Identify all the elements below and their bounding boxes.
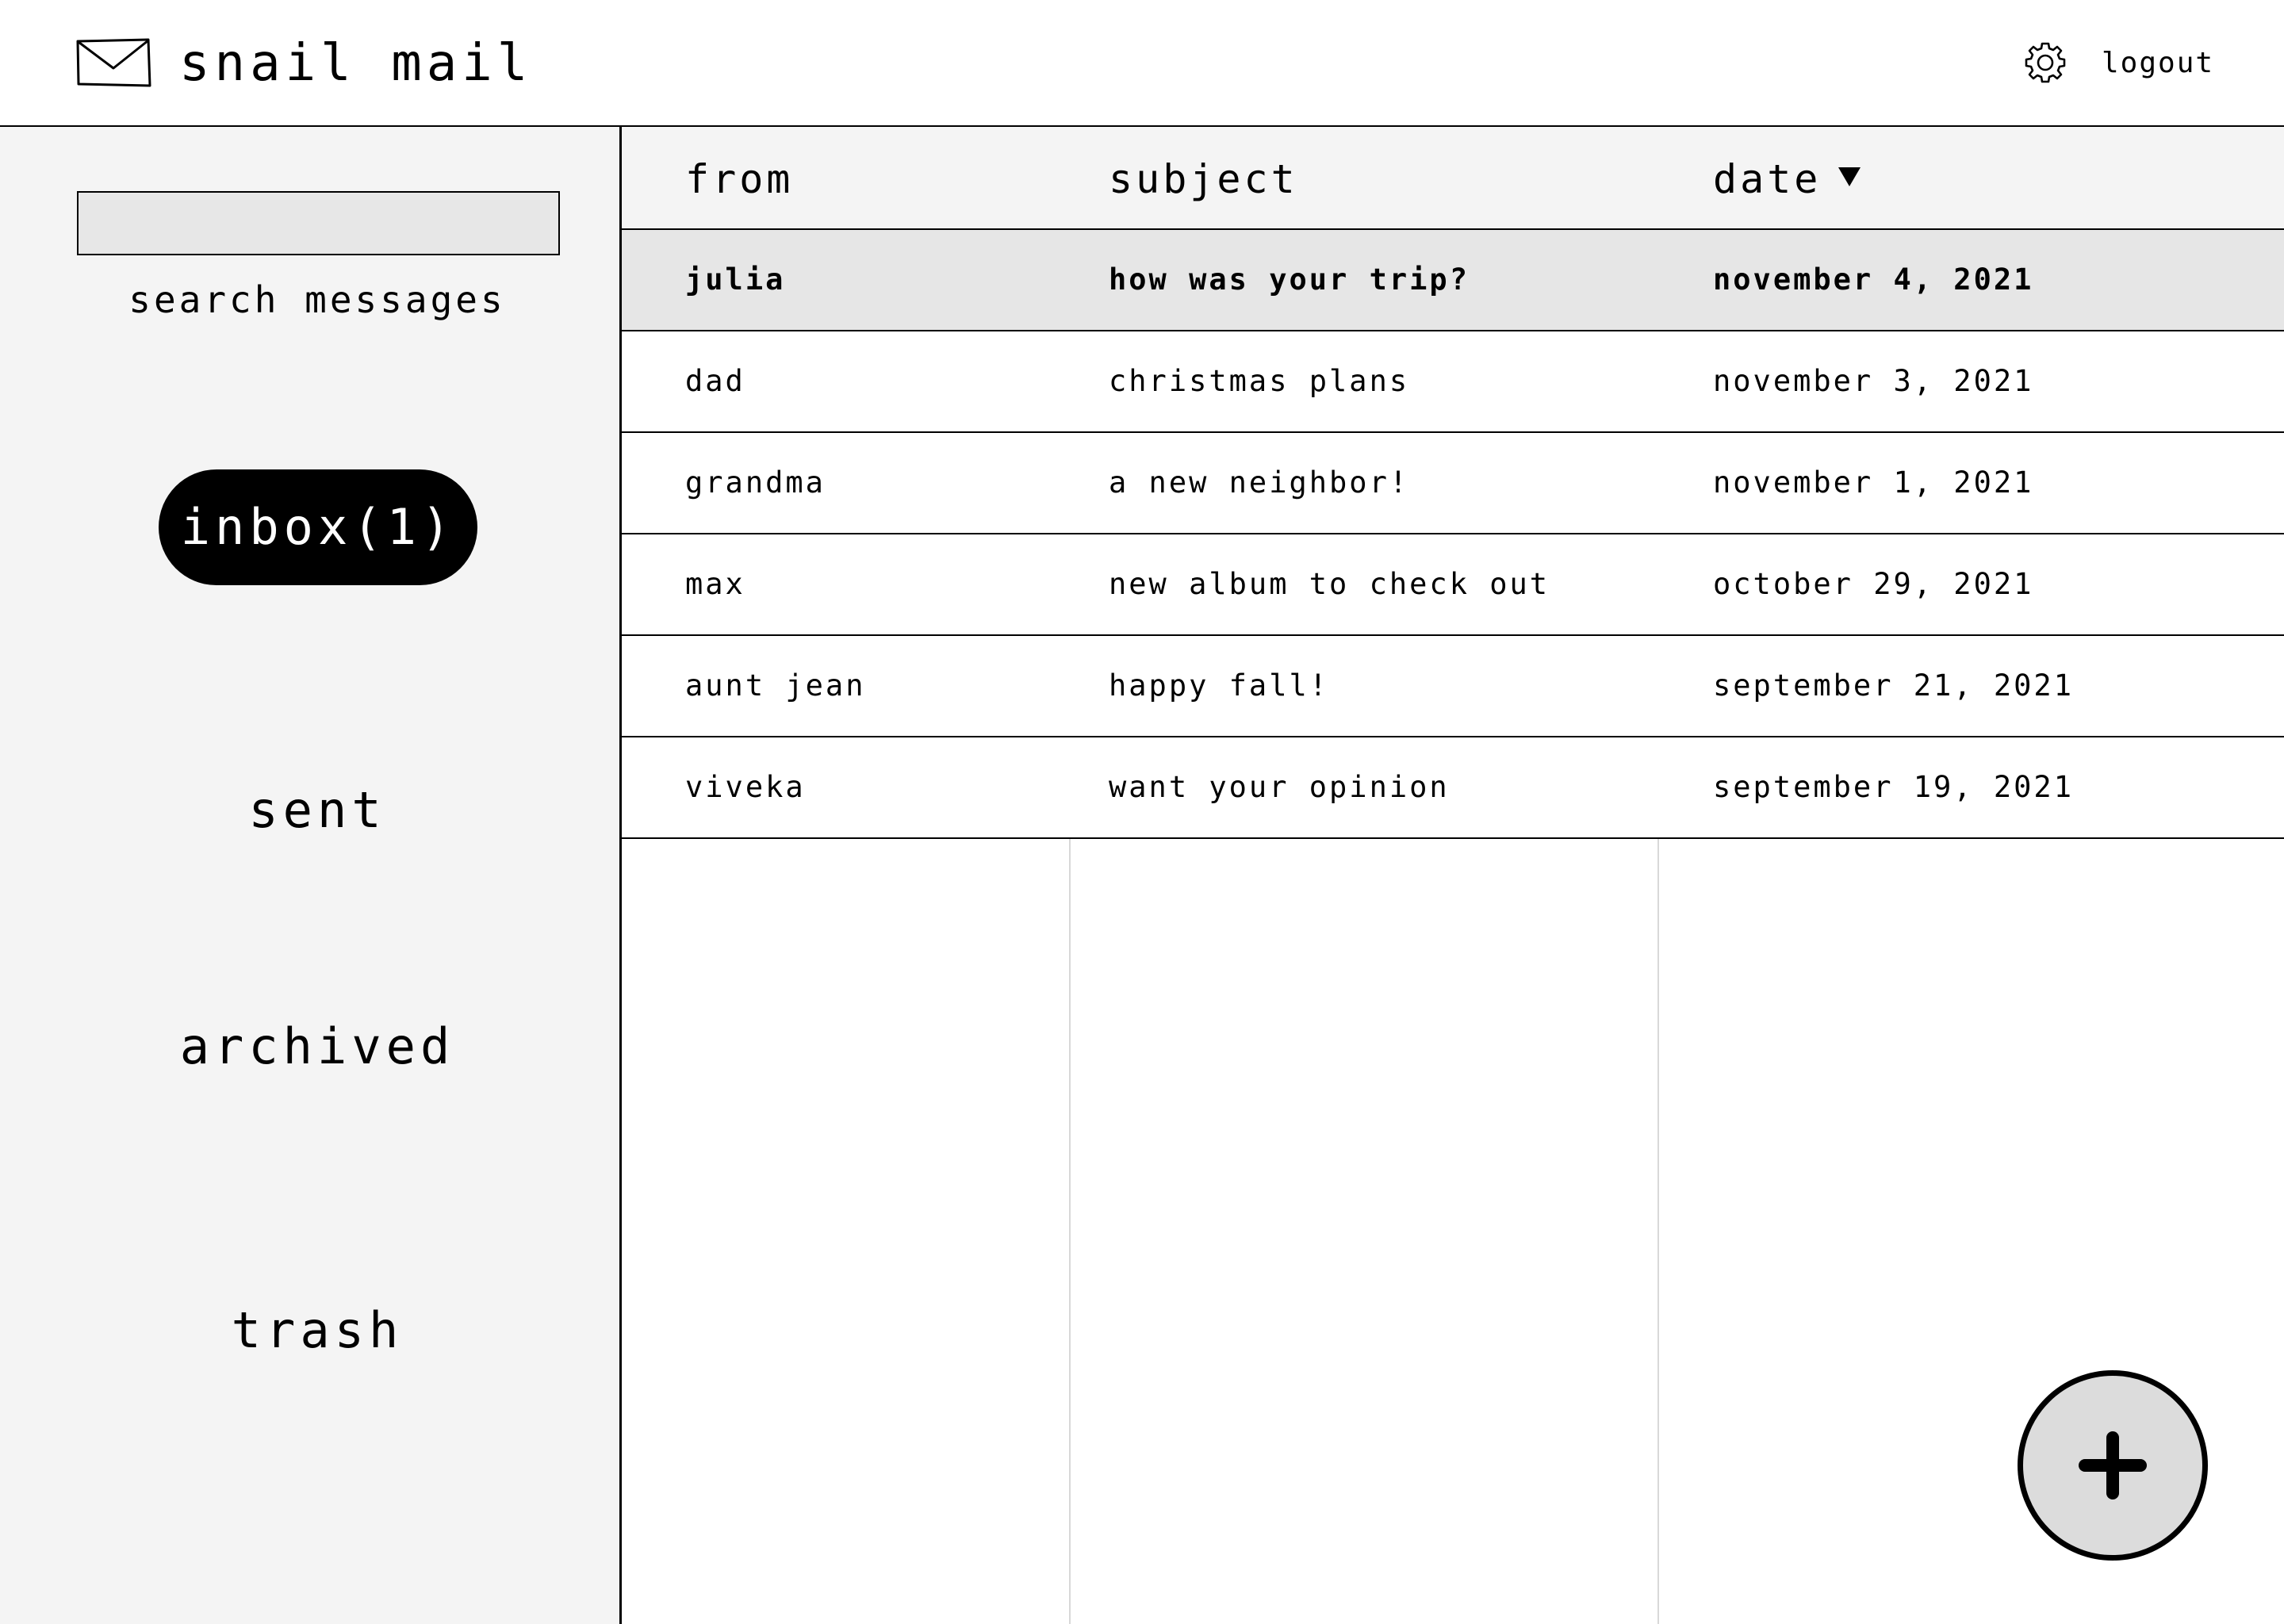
sidebar-item-inbox[interactable]: inbox(1) <box>159 469 477 585</box>
cell-from: julia <box>685 262 786 297</box>
table-row[interactable]: julia how was your trip? november 4, 202… <box>622 230 2284 331</box>
cell-date: september 21, 2021 <box>1713 668 2074 703</box>
sidebar: search messages inbox(1) sent archived t… <box>0 127 622 1624</box>
compose-button[interactable] <box>2018 1370 2208 1561</box>
table-row[interactable]: dad christmas plans november 3, 2021 <box>622 331 2284 433</box>
column-header-subject[interactable]: subject <box>1109 155 1298 203</box>
cell-from: aunt jean <box>685 668 866 703</box>
message-table: from subject date julia how was your tri… <box>622 127 2284 1624</box>
logout-link[interactable]: logout <box>2102 44 2214 82</box>
cell-subject: how was your trip? <box>1109 262 1470 297</box>
cell-subject: want your opinion <box>1109 770 1450 804</box>
top-bar: snail mail logout <box>0 0 2284 127</box>
plus-icon <box>2079 1431 2147 1500</box>
cell-date: november 1, 2021 <box>1713 465 2034 500</box>
cell-from: viveka <box>685 770 806 804</box>
search-input[interactable] <box>77 191 560 255</box>
table-header: from subject date <box>622 127 2284 230</box>
cell-date: november 4, 2021 <box>1713 262 2034 297</box>
cell-date: november 3, 2021 <box>1713 364 2034 398</box>
cell-date: september 19, 2021 <box>1713 770 2074 804</box>
cell-date: october 29, 2021 <box>1713 567 2034 601</box>
table-row[interactable]: grandma a new neighbor! november 1, 2021 <box>622 433 2284 534</box>
column-header-label: date <box>1713 156 1822 202</box>
cell-subject: new album to check out <box>1109 567 1550 601</box>
cell-from: grandma <box>685 465 826 500</box>
cell-subject: christmas plans <box>1109 364 1410 398</box>
sidebar-item-sent[interactable]: sent <box>0 779 634 842</box>
search-label: search messages <box>128 278 506 321</box>
table-row[interactable]: max new album to check out october 29, 2… <box>622 534 2284 636</box>
envelope-icon <box>76 38 151 87</box>
cell-subject: happy fall! <box>1109 668 1330 703</box>
gear-icon[interactable] <box>2024 41 2067 84</box>
app-title: snail mail <box>179 34 533 93</box>
table-row[interactable]: aunt jean happy fall! september 21, 2021 <box>622 636 2284 737</box>
table-row[interactable]: viveka want your opinion september 19, 2… <box>622 737 2284 839</box>
column-header-from[interactable]: from <box>685 155 793 203</box>
cell-subject: a new neighbor! <box>1109 465 1410 500</box>
column-header-label: from <box>685 156 794 202</box>
cell-from: dad <box>685 364 745 398</box>
cell-from: max <box>685 567 745 601</box>
sort-descending-icon <box>1838 167 1861 186</box>
column-header-date[interactable]: date <box>1713 155 1861 203</box>
sidebar-item-trash[interactable]: trash <box>0 1299 634 1362</box>
column-header-label: subject <box>1109 156 1298 202</box>
sidebar-item-archived[interactable]: archived <box>0 1015 634 1078</box>
